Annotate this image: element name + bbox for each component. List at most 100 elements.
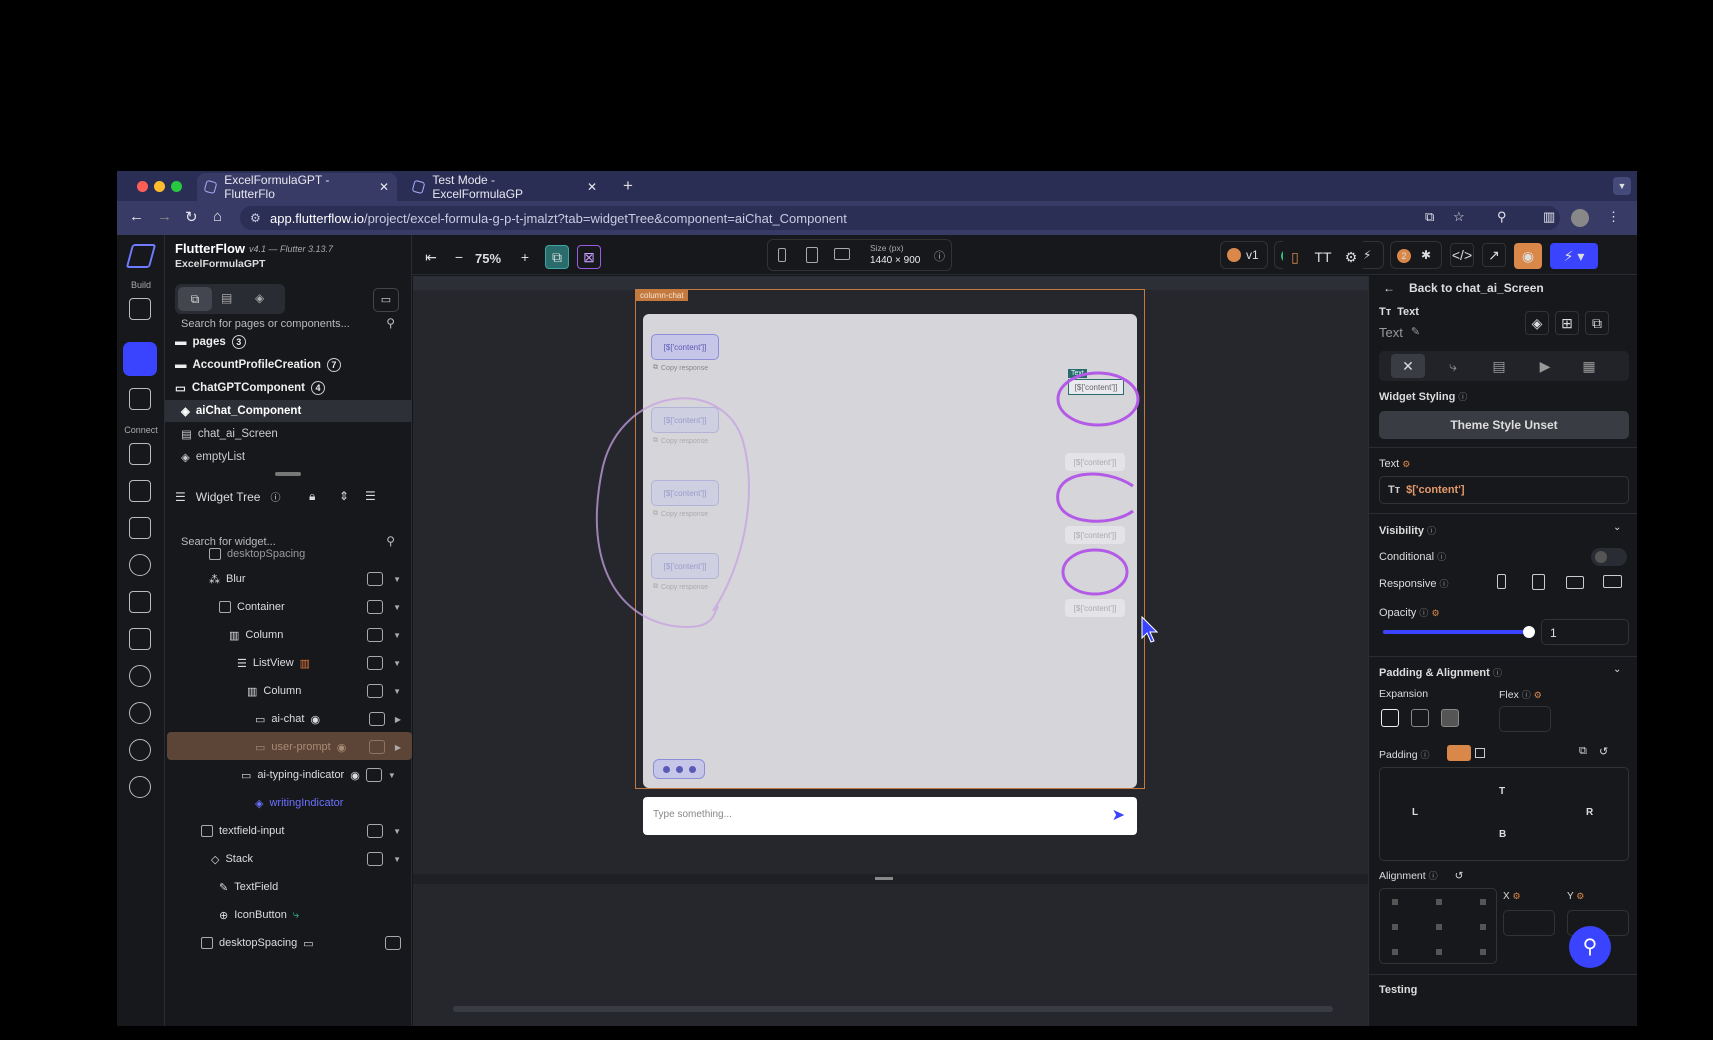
add-child-icon[interactable] [367,572,384,586]
page-chat-ai-screen[interactable]: ▤ chat_ai_Screen [165,423,412,445]
edit-pencil-icon[interactable]: ✎ [1411,325,1420,340]
tree-item-writingindicator[interactable]: ◈ writingIndicator [255,790,343,816]
responsive-tablet-landscape-icon[interactable] [1566,576,1584,589]
add-child-icon[interactable] [367,628,384,642]
install-icon[interactable]: ⧉ [1425,209,1434,225]
close-tab-icon[interactable]: ✕ [379,180,389,194]
padding-individual-icon[interactable] [1475,748,1485,758]
pages-tab-icon[interactable]: ⧉ [178,287,212,311]
tree-item-listview[interactable]: ☰ ListView ▥ [237,650,310,676]
close-window-button[interactable] [137,181,148,192]
tree-options-icon[interactable]: ☰ [365,489,376,503]
tree-item-textfield[interactable]: ✎ TextField [219,874,278,900]
folder-accountprofilecreation[interactable]: ▬ AccountProfileCreation 7 [165,354,412,376]
cloud-functions-icon[interactable] [129,665,151,687]
page-emptylist[interactable]: ◈ emptyList [165,446,412,468]
align-center[interactable] [1436,924,1442,930]
chevron-down-icon[interactable]: ▼ [393,631,401,640]
chevron-right-icon[interactable]: ▶ [395,743,401,752]
opacity-slider[interactable] [1383,626,1535,638]
add-child-icon[interactable] [367,852,384,866]
resize-grip[interactable] [875,877,893,880]
chevron-down-icon[interactable]: ▼ [393,575,401,584]
align-center-right[interactable] [1480,924,1486,930]
components-tab-icon[interactable]: ◈ [255,291,264,305]
storyboard-icon[interactable] [129,388,151,410]
canvas-settings-icon[interactable]: ⚙ [1339,245,1363,269]
responsive-phone-icon[interactable] [1497,574,1506,589]
zoom-out-icon[interactable]: − [447,245,471,269]
tree-item-desktopspacing[interactable]: desktopSpacing [209,541,305,567]
align-bottom-right[interactable] [1480,949,1486,955]
visibility-header[interactable]: Visibility ⓘ [1379,524,1436,537]
tree-item-blur[interactable]: ⁂ Blur [209,566,246,592]
menu-kebab-icon[interactable]: ⋮ [1607,209,1620,225]
chat-input-field[interactable]: Type something... ➤ [643,797,1137,835]
preview-eye-icon[interactable]: ◉ [1514,243,1542,269]
collapse-panel-icon[interactable]: ⇤ [419,245,443,269]
text-scale-icon[interactable]: TT [1311,245,1335,269]
align-center-left[interactable] [1392,924,1398,930]
align-bottom-center[interactable] [1436,949,1442,955]
chevron-down-icon[interactable]: ▼ [393,603,401,612]
add-child-icon[interactable] [367,656,384,670]
expansion-default-icon[interactable] [1381,709,1399,727]
blueprint-icon[interactable]: ⊠ [577,245,601,269]
wrap-widget-icon[interactable]: ⧉ [1585,311,1609,335]
padding-left[interactable]: L [1412,807,1418,818]
add-child-icon[interactable]: ⊞ [1555,311,1579,335]
close-tab-icon[interactable]: ✕ [587,180,597,194]
theme-style-button[interactable]: Theme Style Unset [1379,411,1629,439]
variable-icon[interactable]: ⚙ [1512,891,1520,901]
panel-resize-handle[interactable] [275,472,301,476]
expand-collapse-icon[interactable]: ⇕ [339,489,349,503]
database-icon[interactable] [129,443,151,465]
add-child-icon[interactable] [367,824,384,838]
bugs-button[interactable]: 2 ✱ [1390,241,1442,269]
add-child-icon[interactable] [367,684,384,698]
new-tab-icon[interactable]: + [623,176,633,196]
profile-avatar[interactable] [1571,209,1589,227]
add-widget-icon[interactable] [129,298,151,320]
minimize-window-button[interactable] [154,181,165,192]
variable-icon[interactable]: ⚙ [1402,459,1410,469]
responsive-tablet-icon[interactable] [1532,574,1545,590]
canvas-divider[interactable] [413,874,1368,884]
tree-item-ai-typing-indicator[interactable]: ▭ ai-typing-indicator ◉ ▼ [241,762,396,788]
alignment-grid[interactable] [1379,888,1497,964]
chevron-down-icon[interactable]: ▼ [393,855,401,864]
padding-top[interactable]: T [1499,786,1505,797]
phone-icon[interactable] [778,248,786,262]
padding-right[interactable]: R [1586,807,1593,818]
open-external-icon[interactable]: ↗ [1482,243,1506,267]
expansion-expanded-icon[interactable] [1441,709,1459,727]
visibility-eye-icon[interactable]: ◉ [337,741,347,754]
copy-icon[interactable]: ⧉ [1579,745,1587,758]
properties-tab-icon[interactable]: ✕ [1391,354,1425,378]
chevron-right-icon[interactable]: ▶ [395,715,401,724]
widget-name-row[interactable]: Text ✎ [1379,325,1420,340]
url-field[interactable]: ⚙ app.flutterflow.io/project/excel-formu… [240,206,1560,230]
chevron-down-icon[interactable]: ⌄ [1613,522,1621,533]
reset-icon[interactable]: ↺ [1455,870,1464,882]
padding-bottom[interactable]: B [1499,829,1506,840]
chevron-down-icon[interactable]: ⌄ [1613,664,1621,675]
align-x-input[interactable] [1503,910,1555,936]
visibility-eye-icon[interactable]: ◉ [350,769,360,782]
chevron-down-icon[interactable]: ▼ [393,827,401,836]
add-child-icon[interactable] [367,600,384,614]
settings-gear-icon[interactable] [129,776,151,798]
animations-tab-icon[interactable]: ▶ [1533,354,1557,378]
tree-item-container[interactable]: Container [219,594,285,620]
flex-input[interactable] [1499,706,1551,732]
variable-icon[interactable]: ⚙ [1576,891,1584,901]
align-top-left[interactable] [1392,899,1398,905]
desktop-icon[interactable] [834,248,850,260]
lock-icon[interactable]: 🔒︎ [309,489,315,504]
add-folder-icon[interactable]: ▭ [373,288,399,312]
widget-tree-nav-icon[interactable] [123,342,157,376]
reset-icon[interactable]: ↺ [1599,745,1608,758]
site-settings-icon[interactable]: ⚙ [250,211,261,225]
media-assets-icon[interactable] [129,591,151,613]
maximize-window-button[interactable] [171,181,182,192]
